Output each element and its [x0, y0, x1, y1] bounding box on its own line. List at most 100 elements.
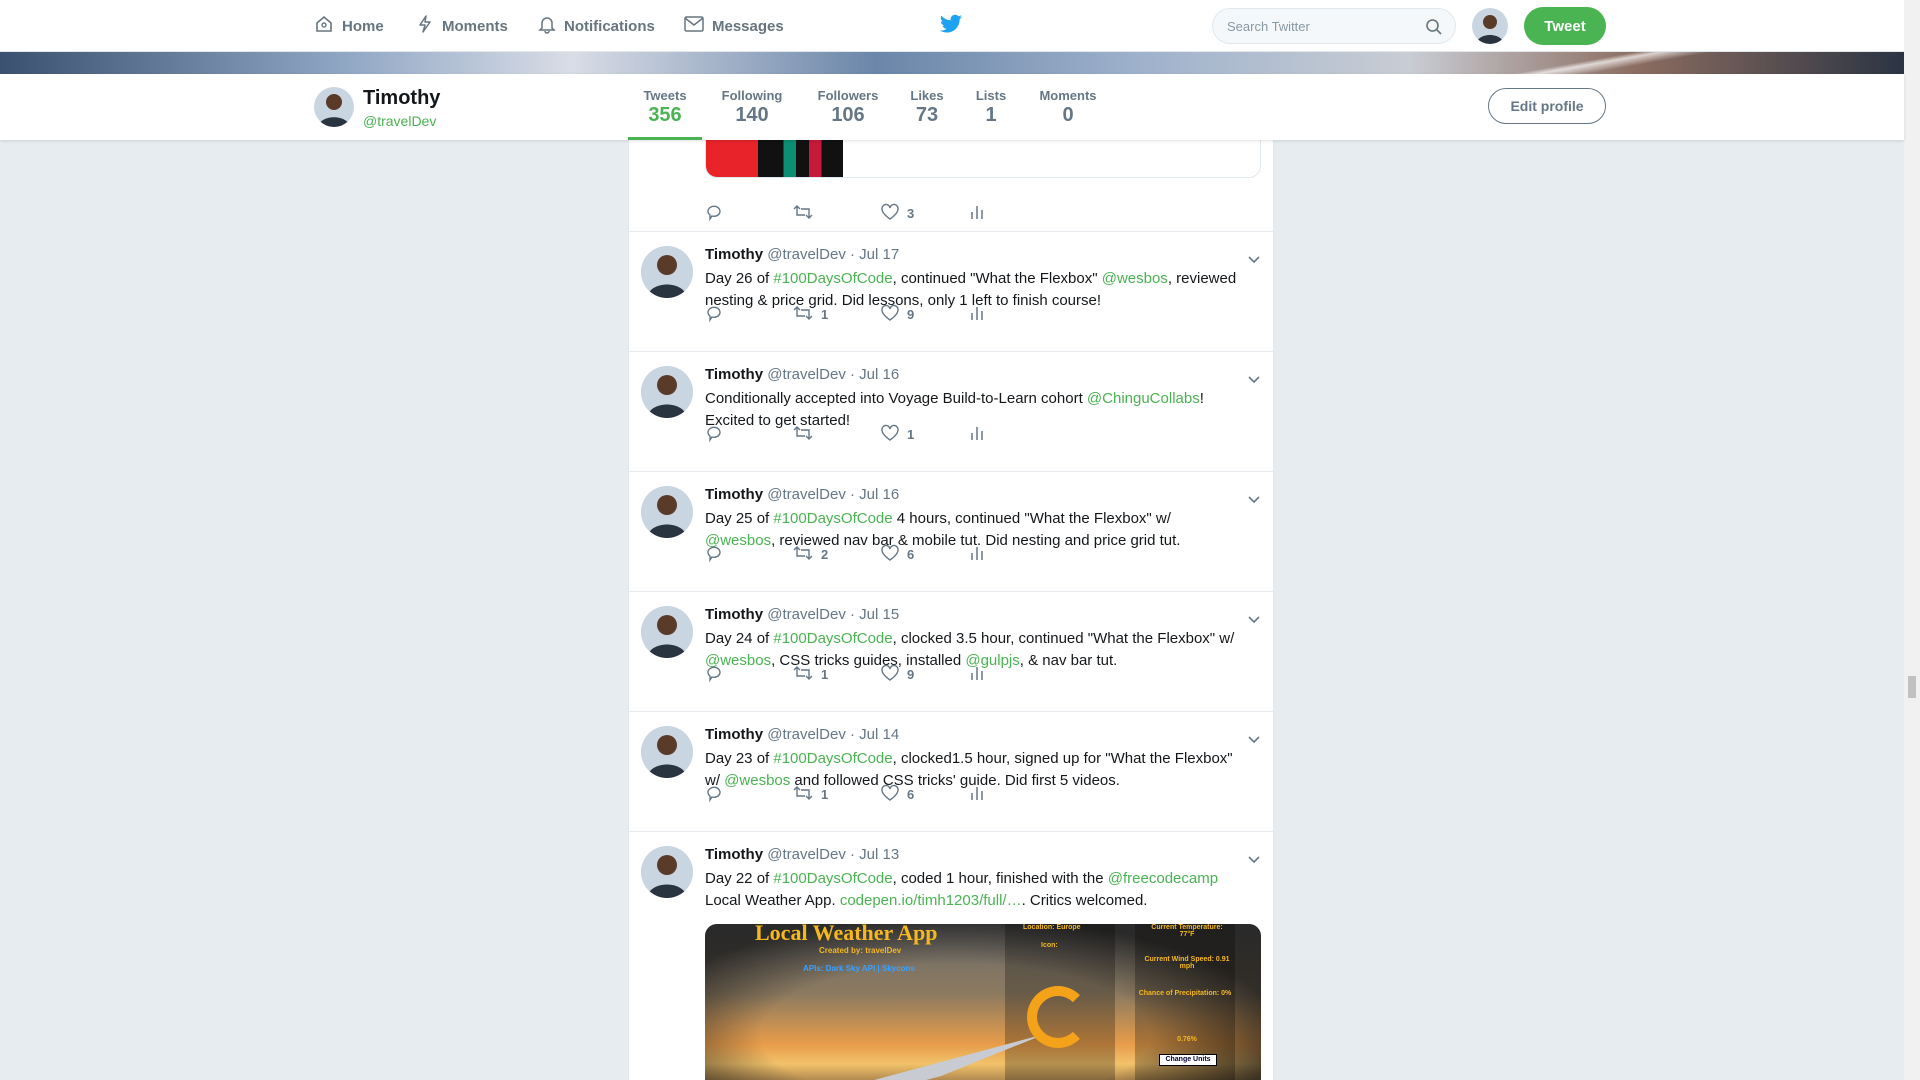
chevron-down-icon[interactable] [1247, 852, 1261, 870]
analytics-button[interactable] [969, 424, 985, 445]
tweet-author-handle[interactable]: @travelDev [767, 846, 846, 863]
retweet-button[interactable]: 1 [793, 664, 881, 685]
chevron-down-icon[interactable] [1247, 372, 1261, 390]
mention-link[interactable]: @freecodecamp [1108, 870, 1218, 887]
like-button[interactable]: 3 [881, 203, 969, 224]
chevron-down-icon[interactable] [1247, 492, 1261, 510]
like-button[interactable]: 9 [881, 304, 969, 325]
profile-avatar[interactable] [314, 87, 354, 127]
nav-moments[interactable]: Moments [416, 0, 508, 52]
analytics-button[interactable] [969, 784, 985, 805]
nav-notifications[interactable]: Notifications [538, 0, 655, 52]
tweet-avatar[interactable] [641, 246, 693, 298]
chevron-down-icon[interactable] [1247, 252, 1261, 270]
like-button[interactable]: 6 [881, 544, 969, 565]
chevron-down-icon[interactable] [1247, 612, 1261, 630]
tweet[interactable]: Timothy @travelDev · Jul 16 Conditionall… [629, 352, 1273, 472]
url-link[interactable]: codepen.io/timh1203/full/… [840, 892, 1022, 909]
tweet-date[interactable]: · Jul 16 [850, 366, 899, 383]
stat-label: Tweets [643, 88, 687, 103]
nav-home[interactable]: Home [314, 0, 384, 52]
hashtag-link[interactable]: #100DaysOfCode [773, 750, 892, 767]
tweet-author-handle[interactable]: @travelDev [767, 606, 846, 623]
reply-button[interactable] [705, 544, 793, 565]
like-button[interactable]: 1 [881, 424, 969, 445]
like-button[interactable]: 9 [881, 664, 969, 685]
retweet-button[interactable]: 2 [793, 544, 881, 565]
profile-handle[interactable]: @travelDev [363, 113, 436, 129]
retweet-button[interactable] [793, 203, 881, 224]
hashtag-link[interactable]: #100DaysOfCode [773, 870, 892, 887]
hashtag-link[interactable]: #100DaysOfCode [773, 510, 892, 527]
hashtag-link[interactable]: #100DaysOfCode [773, 630, 892, 647]
tweet[interactable]: Timothy @travelDev · Jul 13 Day 22 of #1… [629, 832, 1273, 1080]
tweet-button[interactable]: Tweet [1524, 7, 1606, 45]
like-count: 9 [907, 666, 915, 682]
nav-messages[interactable]: Messages [684, 0, 784, 52]
page-scrollbar[interactable] [1904, 0, 1920, 1080]
reply-button[interactable] [705, 304, 793, 325]
text-segment: Day 22 of [705, 870, 774, 887]
tweet-author-handle[interactable]: @travelDev [767, 246, 846, 263]
edit-profile-button[interactable]: Edit profile [1488, 88, 1606, 124]
like-button[interactable]: 6 [881, 784, 969, 805]
stat-followers[interactable]: Followers 106 [808, 74, 888, 140]
like-count: 6 [907, 786, 915, 802]
tweet-date[interactable]: · Jul 17 [850, 246, 899, 263]
tweet-author-name[interactable]: Timothy [705, 606, 763, 623]
reply-button[interactable] [705, 784, 793, 805]
stat-lists[interactable]: Lists 1 [966, 74, 1016, 140]
stat-following[interactable]: Following 140 [714, 74, 790, 140]
tweet-avatar[interactable] [641, 726, 693, 778]
tweet-author-name[interactable]: Timothy [705, 726, 763, 743]
stat-label: Lists [975, 88, 1007, 103]
tweet-author-handle[interactable]: @travelDev [767, 486, 846, 503]
tweet-author-handle[interactable]: @travelDev [767, 366, 846, 383]
account-avatar[interactable] [1472, 8, 1508, 44]
tweet-avatar[interactable] [641, 486, 693, 538]
analytics-button[interactable] [969, 304, 985, 325]
reply-button[interactable] [705, 203, 793, 224]
hashtag-link[interactable]: #100DaysOfCode [773, 270, 892, 287]
tweet-avatar[interactable] [641, 366, 693, 418]
reply-button[interactable] [705, 424, 793, 445]
tweet-author-handle[interactable]: @travelDev [767, 726, 846, 743]
link-card[interactable] [705, 140, 1261, 178]
analytics-button[interactable] [969, 664, 985, 685]
mention-link[interactable]: @wesbos [1102, 270, 1168, 287]
tweet[interactable]: Timothy @travelDev · Jul 14 Day 23 of #1… [629, 712, 1273, 832]
tweet-author-name[interactable]: Timothy [705, 846, 763, 863]
retweet-button[interactable]: 1 [793, 784, 881, 805]
tweet-date[interactable]: · Jul 14 [850, 726, 899, 743]
tweet-media-image[interactable]: Local Weather App Created by: travelDev … [705, 924, 1261, 1080]
tweet-author-name[interactable]: Timothy [705, 246, 763, 263]
scrollbar-thumb[interactable] [1908, 676, 1916, 698]
twitter-bird-icon[interactable] [939, 14, 963, 41]
chevron-down-icon[interactable] [1247, 732, 1261, 750]
analytics-button[interactable] [969, 203, 985, 224]
tweet-avatar[interactable] [641, 846, 693, 898]
stat-moments[interactable]: Moments 0 [1032, 74, 1104, 140]
stat-likes[interactable]: Likes 73 [902, 74, 952, 140]
tweet-date[interactable]: · Jul 16 [850, 486, 899, 503]
retweet-button[interactable] [793, 424, 881, 445]
search-input[interactable] [1227, 18, 1407, 34]
retweet-button[interactable]: 1 [793, 304, 881, 325]
profile-name[interactable]: Timothy [363, 87, 440, 110]
tweet-avatar[interactable] [641, 606, 693, 658]
tweet-author-name[interactable]: Timothy [705, 486, 763, 503]
analytics-button[interactable] [969, 544, 985, 565]
tweet-date[interactable]: · Jul 13 [850, 846, 899, 863]
tweet[interactable]: Timothy @travelDev · Jul 16 Day 25 of #1… [629, 472, 1273, 592]
mention-link[interactable]: @ChinguCollabs [1087, 390, 1200, 407]
tweet[interactable]: Timothy @travelDev · Jul 15 Day 24 of #1… [629, 592, 1273, 712]
tweet-date[interactable]: · Jul 15 [850, 606, 899, 623]
reply-button[interactable] [705, 664, 793, 685]
stat-tweets[interactable]: Tweets 356 [628, 74, 702, 140]
tweet[interactable]: 3 [629, 140, 1273, 232]
bar-chart-icon [969, 544, 985, 565]
search-box[interactable] [1212, 8, 1456, 44]
search-icon[interactable] [1425, 18, 1443, 41]
tweet-author-name[interactable]: Timothy [705, 366, 763, 383]
tweet[interactable]: Timothy @travelDev · Jul 17 Day 26 of #1… [629, 232, 1273, 352]
